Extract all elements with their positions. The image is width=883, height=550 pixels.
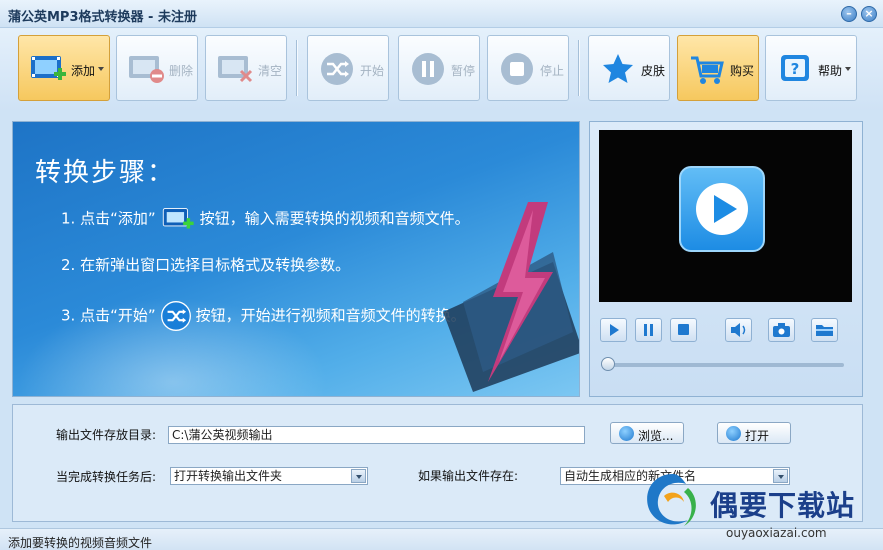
chevron-down-icon[interactable] bbox=[351, 469, 366, 483]
step-3-text-b: 按钮，开始进行视频和音频文件的转换。 bbox=[195, 306, 466, 325]
lightning-decoration-icon bbox=[443, 202, 579, 392]
seek-handle[interactable] bbox=[601, 357, 615, 371]
step-1-text-b: 按钮，输入需要转换的视频和音频文件。 bbox=[199, 209, 470, 228]
buy-button[interactable]: 购买 bbox=[677, 35, 759, 101]
stop-icon bbox=[501, 53, 533, 85]
help-label: 帮助 bbox=[818, 64, 843, 78]
after-complete-label: 当完成转换任务后: bbox=[56, 470, 157, 484]
pause-icon bbox=[644, 324, 653, 336]
star-icon bbox=[603, 54, 633, 83]
delete-label: 删除 bbox=[169, 64, 194, 78]
stop-label: 停止 bbox=[540, 64, 565, 78]
shuffle-icon bbox=[321, 53, 353, 85]
site-logo-icon bbox=[647, 474, 696, 526]
shuffle-icon bbox=[160, 301, 191, 331]
pause-icon bbox=[412, 53, 444, 85]
video-screen bbox=[599, 130, 852, 302]
title-bar: 蒲公英MP3格式转换器 - 未注册 – × bbox=[0, 0, 883, 28]
svg-text:?: ? bbox=[791, 60, 800, 78]
after-complete-value: 打开转换输出文件夹 bbox=[174, 469, 283, 483]
chevron-down-icon[interactable] bbox=[845, 67, 851, 71]
stop-button[interactable]: 停止 bbox=[487, 35, 569, 101]
toolbar: 添加 删除 清空 开始 暂停 停止 皮肤 购买 ? 帮助 bbox=[0, 28, 883, 110]
step-3: 3. 点击“开始” 按钮，开始进行视频和音频文件的转换。 bbox=[61, 300, 466, 332]
stop-button[interactable] bbox=[670, 318, 697, 342]
clear-video-icon bbox=[218, 56, 253, 83]
step-1: 1. 点击“添加” 按钮，输入需要转换的视频和音频文件。 bbox=[61, 206, 470, 232]
watermark-url: ouyaoxiazai.com bbox=[726, 526, 827, 540]
preview-player bbox=[589, 121, 863, 397]
status-text: 添加要转换的视频音频文件 bbox=[8, 536, 153, 550]
delete-video-icon bbox=[129, 56, 164, 83]
browse-label: 浏览... bbox=[638, 429, 674, 443]
minimize-button[interactable]: – bbox=[841, 6, 857, 22]
pause-button[interactable] bbox=[635, 318, 662, 342]
play-icon[interactable] bbox=[679, 166, 765, 252]
toolbar-separator bbox=[296, 40, 298, 96]
buy-label: 购买 bbox=[730, 64, 755, 78]
add-label: 添加 bbox=[71, 64, 96, 78]
open-button[interactable]: 打开 bbox=[717, 422, 791, 444]
browse-icon bbox=[619, 426, 634, 441]
volume-icon bbox=[731, 323, 746, 337]
camera-icon bbox=[773, 323, 790, 337]
skin-button[interactable]: 皮肤 bbox=[588, 35, 670, 101]
play-button[interactable] bbox=[600, 318, 627, 342]
film-reel-icon bbox=[726, 426, 741, 441]
banner-title: 转换步骤： bbox=[35, 158, 176, 188]
cart-icon bbox=[691, 56, 724, 84]
close-button[interactable]: × bbox=[861, 6, 877, 22]
add-video-icon bbox=[31, 56, 66, 80]
help-button[interactable]: ? 帮助 bbox=[765, 35, 857, 101]
stop-icon bbox=[678, 324, 689, 335]
steps-banner: 转换步骤： 1. 点击“添加” 按钮，输入需要转换的视频和音频文件。 2. 在新… bbox=[12, 121, 580, 397]
snapshot-button[interactable] bbox=[768, 318, 795, 342]
seek-bar[interactable] bbox=[604, 363, 844, 367]
start-button[interactable]: 开始 bbox=[307, 35, 389, 101]
pause-button[interactable]: 暂停 bbox=[398, 35, 480, 101]
play-icon bbox=[610, 324, 619, 336]
delete-button[interactable]: 删除 bbox=[116, 35, 198, 101]
if-exists-label: 如果输出文件存在: bbox=[418, 469, 519, 483]
volume-button[interactable] bbox=[725, 318, 752, 342]
output-dir-label: 输出文件存放目录: bbox=[56, 428, 157, 442]
skin-label: 皮肤 bbox=[641, 64, 666, 78]
folder-icon bbox=[816, 325, 833, 336]
toolbar-separator bbox=[578, 40, 580, 96]
clear-label: 清空 bbox=[258, 64, 283, 78]
add-video-icon bbox=[162, 208, 194, 229]
help-icon: ? bbox=[781, 55, 809, 81]
watermark-title: 偶要下载站 bbox=[710, 489, 856, 522]
step-3-text-a: 3. 点击“开始” bbox=[61, 306, 156, 325]
chevron-down-icon[interactable] bbox=[98, 67, 104, 71]
start-label: 开始 bbox=[360, 64, 385, 78]
add-button[interactable]: 添加 bbox=[18, 35, 110, 101]
folder-button[interactable] bbox=[811, 318, 838, 342]
pause-label: 暂停 bbox=[451, 64, 476, 78]
site-watermark: 偶要下载站 ouyaoxiazai.com bbox=[640, 464, 883, 550]
open-label: 打开 bbox=[745, 429, 770, 443]
window-title: 蒲公英MP3格式转换器 - 未注册 bbox=[8, 10, 197, 25]
clear-button[interactable]: 清空 bbox=[205, 35, 287, 101]
step-2: 2. 在新弹出窗口选择目标格式及转换参数。 bbox=[61, 256, 351, 274]
output-dir-input[interactable]: C:\蒲公英视频输出 bbox=[168, 426, 585, 444]
after-complete-select[interactable]: 打开转换输出文件夹 bbox=[170, 467, 368, 485]
browse-button[interactable]: 浏览... bbox=[610, 422, 684, 444]
step-1-text-a: 1. 点击“添加” bbox=[61, 209, 156, 228]
